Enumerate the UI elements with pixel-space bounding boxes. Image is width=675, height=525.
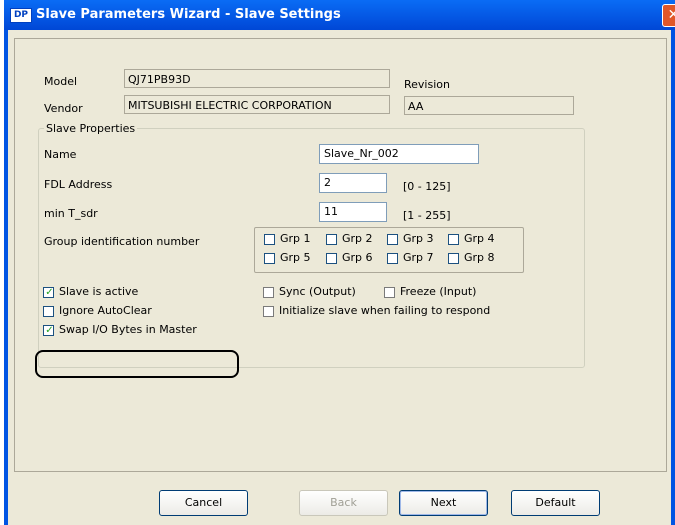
min-tsdr-label: min T_sdr (44, 207, 98, 220)
sync-output-label: Sync (Output) (279, 285, 356, 298)
dialog-client-area: Model QJ71PB93D Revision Vendor MITSUBIS… (8, 30, 671, 525)
model-label: Model (44, 75, 78, 88)
revision-field: AA (404, 96, 574, 115)
next-button[interactable]: Next (399, 490, 488, 516)
dp-app-icon: DP (10, 8, 32, 23)
swap-io-highlight (35, 350, 239, 378)
freeze-input-checkbox[interactable] (384, 287, 395, 298)
grp8-label: Grp 8 (464, 251, 495, 264)
ignore-autoclear-checkbox[interactable] (43, 306, 54, 317)
grp6-label: Grp 6 (342, 251, 373, 264)
min-tsdr-input[interactable]: 11 (319, 202, 387, 222)
slave-properties-title: Slave Properties (44, 122, 138, 135)
name-label: Name (44, 148, 77, 161)
cancel-button[interactable]: Cancel (159, 490, 248, 516)
grp5-label: Grp 5 (280, 251, 311, 264)
name-input[interactable]: Slave_Nr_002 (319, 144, 479, 164)
grp7-label: Grp 7 (403, 251, 434, 264)
default-button[interactable]: Default (511, 490, 600, 516)
grp1-label: Grp 1 (280, 232, 311, 245)
wizard-window: DP Slave Parameters Wizard - Slave Setti… (4, 0, 675, 525)
init-slave-checkbox[interactable] (263, 306, 274, 317)
grp4-checkbox[interactable] (448, 234, 459, 245)
title-bar[interactable]: DP Slave Parameters Wizard - Slave Setti… (4, 0, 675, 30)
slave-active-label: Slave is active (59, 285, 139, 298)
grp3-label: Grp 3 (403, 232, 434, 245)
grp8-checkbox[interactable] (448, 253, 459, 264)
grp1-checkbox[interactable] (264, 234, 275, 245)
fdl-address-input[interactable]: 2 (319, 173, 387, 193)
back-button[interactable]: Back (299, 490, 388, 516)
fdl-address-label: FDL Address (44, 178, 113, 191)
close-icon[interactable]: ✕ (662, 4, 675, 27)
grp6-checkbox[interactable] (326, 253, 337, 264)
fdl-address-range: [0 - 125] (403, 180, 451, 193)
init-slave-label: Initialize slave when failing to respond (279, 304, 491, 317)
model-field: QJ71PB93D (124, 69, 390, 88)
sync-output-checkbox[interactable] (263, 287, 274, 298)
grp2-checkbox[interactable] (326, 234, 337, 245)
swap-io-label: Swap I/O Bytes in Master (59, 323, 197, 336)
grp2-label: Grp 2 (342, 232, 373, 245)
grp4-label: Grp 4 (464, 232, 495, 245)
grp5-checkbox[interactable] (264, 253, 275, 264)
grp7-checkbox[interactable] (387, 253, 398, 264)
window-title: Slave Parameters Wizard - Slave Settings (36, 7, 341, 22)
freeze-input-label: Freeze (Input) (400, 285, 477, 298)
group-id-label: Group identification number (44, 235, 200, 248)
revision-label: Revision (404, 78, 450, 91)
swap-io-checkbox[interactable] (43, 325, 55, 336)
vendor-label: Vendor (44, 102, 83, 115)
grp3-checkbox[interactable] (387, 234, 398, 245)
min-tsdr-range: [1 - 255] (403, 209, 451, 222)
vendor-field: MITSUBISHI ELECTRIC CORPORATION (124, 95, 390, 114)
ignore-autoclear-label: Ignore AutoClear (59, 304, 152, 317)
slave-active-checkbox[interactable] (43, 287, 55, 298)
